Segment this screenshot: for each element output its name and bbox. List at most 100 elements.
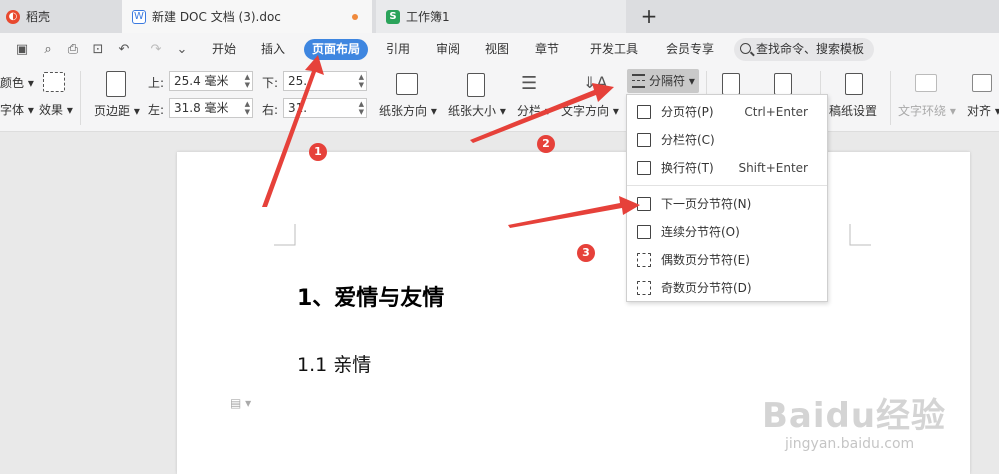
breaks-label: 分隔符 <box>649 74 686 88</box>
print-icon[interactable]: ⎙ <box>65 42 81 58</box>
save-icon[interactable]: ▣ <box>14 42 30 58</box>
text-wrap-button: 文字环绕 ▾ <box>898 104 956 118</box>
menu-page-layout[interactable]: 页面布局 <box>304 39 369 60</box>
manuscript-settings-button[interactable]: 稿纸设置 <box>829 102 877 119</box>
writer-doc-icon: W <box>132 9 146 24</box>
align-icon[interactable] <box>972 74 992 92</box>
tab-document-label: 新建 DOC 文档 (3).doc <box>152 10 281 24</box>
menu-review[interactable]: 审阅 <box>428 39 468 60</box>
theme-effect-label: 效果 <box>39 103 64 117</box>
orientation-button[interactable]: 纸张方向 ▾ <box>379 102 437 119</box>
paper-size-icon[interactable] <box>467 73 485 97</box>
margin-top-input[interactable]: 25.4 毫米 ▲ ▼ <box>169 71 253 91</box>
margin-right-input[interactable]: 31. ▲ ▼ <box>283 98 367 118</box>
tab-document[interactable]: W 新建 DOC 文档 (3).doc <box>122 0 372 33</box>
align-label: 对齐 <box>967 104 992 118</box>
command-search-input[interactable]: 查找命令、搜索模板 <box>734 38 874 61</box>
theme-color-button[interactable]: 颜色 ▾ <box>0 74 34 91</box>
menu-references[interactable]: 引用 <box>378 39 418 60</box>
margins-icon[interactable] <box>106 71 126 97</box>
margin-right-value: 31. <box>288 101 308 115</box>
spinner-arrows-icon[interactable]: ▲ ▼ <box>359 73 364 89</box>
menu-insert[interactable]: 插入 <box>253 39 293 60</box>
line-break-icon <box>637 161 651 175</box>
margins-button[interactable]: 页边距 ▾ <box>94 102 140 119</box>
text-wrap-icon <box>915 74 937 92</box>
menu-item-even-page-section-break[interactable]: 偶数页分节符(E) <box>627 246 827 274</box>
margin-bottom-input[interactable]: 25. ▲ ▼ <box>283 71 367 91</box>
menu-item-next-page-section-break[interactable]: 下一页分节符(N) <box>627 190 827 218</box>
ribbon-divider <box>80 71 81 125</box>
menu-item-label: 奇数页分节符(D) <box>661 281 752 295</box>
margin-bottom-value: 25. <box>288 74 308 88</box>
page-border-icon[interactable] <box>722 73 740 95</box>
spinner-arrows-icon[interactable]: ▲ ▼ <box>245 73 250 89</box>
menu-item-label: 分页符(P) <box>661 105 714 119</box>
text-wrap-label: 文字环绕 <box>898 104 947 118</box>
page-break-icon <box>637 105 651 119</box>
breaks-dropdown-menu: 分页符(P) Ctrl+Enter 分栏符(C) 换行符(T) Shift+En… <box>626 94 828 302</box>
theme-color-label: 颜色 <box>0 76 25 90</box>
customize-toolbar-icon[interactable]: ⌄ <box>174 42 190 58</box>
manuscript-icon[interactable] <box>845 73 863 95</box>
menu-item-label: 连续分节符(O) <box>661 225 740 239</box>
breaks-button[interactable]: 分隔符 ▾ <box>627 69 699 93</box>
spinner-arrows-icon[interactable]: ▲ ▼ <box>245 100 250 116</box>
print-preview-icon[interactable]: ⊡ <box>90 42 106 58</box>
menu-item-shortcut: Shift+Enter <box>738 161 808 175</box>
margins-label: 页边距 <box>94 104 131 118</box>
paper-size-label: 纸张大小 <box>448 104 497 118</box>
margin-right-label: 右: <box>262 103 279 117</box>
tab-home[interactable]: ◐ 稻壳 <box>0 0 120 33</box>
menu-item-label: 换行符(T) <box>661 161 714 175</box>
paragraph-layout-icon[interactable]: ▤ ▾ <box>230 396 251 410</box>
undo-icon[interactable]: ↶ <box>116 42 132 58</box>
tab-workbook-label: 工作簿1 <box>406 10 450 24</box>
continuous-section-icon <box>637 225 651 239</box>
menu-bar: ▣ ⌕ ⎙ ⊡ ↶ ↷ ⌄ 开始 插入 页面布局 引用 审阅 视图 章节 开发工… <box>0 33 999 65</box>
menu-item-label: 偶数页分节符(E) <box>661 253 750 267</box>
theme-effect-icon[interactable] <box>43 72 65 92</box>
theme-effect-button[interactable]: 效果 ▾ <box>39 101 73 118</box>
orientation-label: 纸张方向 <box>379 104 428 118</box>
spinner-arrows-icon[interactable]: ▲ ▼ <box>359 100 364 116</box>
menu-section[interactable]: 章节 <box>527 39 567 60</box>
menu-view[interactable]: 视图 <box>477 39 517 60</box>
page-background-icon[interactable] <box>774 73 792 95</box>
tab-workbook[interactable]: S 工作簿1 <box>376 0 626 33</box>
menu-item-line-break[interactable]: 换行符(T) Shift+Enter <box>627 154 827 182</box>
margin-top-label: 上: <box>148 76 165 90</box>
menu-divider <box>627 185 827 186</box>
tab-bar: ◐ 稻壳 W 新建 DOC 文档 (3).doc S 工作簿1 + <box>0 0 999 33</box>
text-direction-icon[interactable]: ⇓A <box>583 73 607 92</box>
align-button[interactable]: 对齐 ▾ <box>967 102 999 119</box>
orientation-icon[interactable] <box>396 73 418 95</box>
margin-corner-top-left <box>274 224 296 246</box>
redo-icon[interactable]: ↷ <box>148 42 164 58</box>
menu-item-column-break[interactable]: 分栏符(C) <box>627 126 827 154</box>
text-direction-button[interactable]: 文字方向 ▾ <box>561 102 619 119</box>
menu-home[interactable]: 开始 <box>204 39 244 60</box>
document-heading-1[interactable]: 1、爱情与友情 <box>297 280 444 312</box>
theme-font-button[interactable]: 字体 ▾ <box>0 101 34 118</box>
ribbon-page-layout: 颜色 ▾ 字体 ▾ 效果 ▾ 页边距 ▾ 上: 25.4 毫米 ▲ ▼ 左: 31… <box>0 65 999 132</box>
margin-left-input[interactable]: 31.8 毫米 ▲ ▼ <box>169 98 253 118</box>
step-badge-3: 3 <box>577 244 595 262</box>
wps-logo-icon: ◐ <box>6 9 20 24</box>
paper-size-button[interactable]: 纸张大小 ▾ <box>448 102 506 119</box>
baidu-watermark: Baidu经验 <box>762 396 947 436</box>
margin-top-value: 25.4 毫米 <box>174 74 229 88</box>
menu-item-continuous-section-break[interactable]: 连续分节符(O) <box>627 218 827 246</box>
new-tab-button[interactable]: + <box>638 4 660 28</box>
margin-corner-top-right <box>849 224 871 246</box>
format-painter-icon[interactable]: ⌕ <box>40 42 56 58</box>
columns-button[interactable]: 分栏 ▾ <box>517 102 551 119</box>
menu-member[interactable]: 会员专享 <box>658 39 722 60</box>
document-heading-2[interactable]: 1.1 亲情 <box>297 350 371 377</box>
margin-left-label: 左: <box>148 103 165 117</box>
columns-icon[interactable]: ☰ <box>521 73 537 94</box>
menu-item-odd-page-section-break[interactable]: 奇数页分节符(D) <box>627 274 827 302</box>
menu-item-page-break[interactable]: 分页符(P) Ctrl+Enter <box>627 98 827 126</box>
search-icon <box>740 43 751 54</box>
menu-developer[interactable]: 开发工具 <box>582 39 646 60</box>
